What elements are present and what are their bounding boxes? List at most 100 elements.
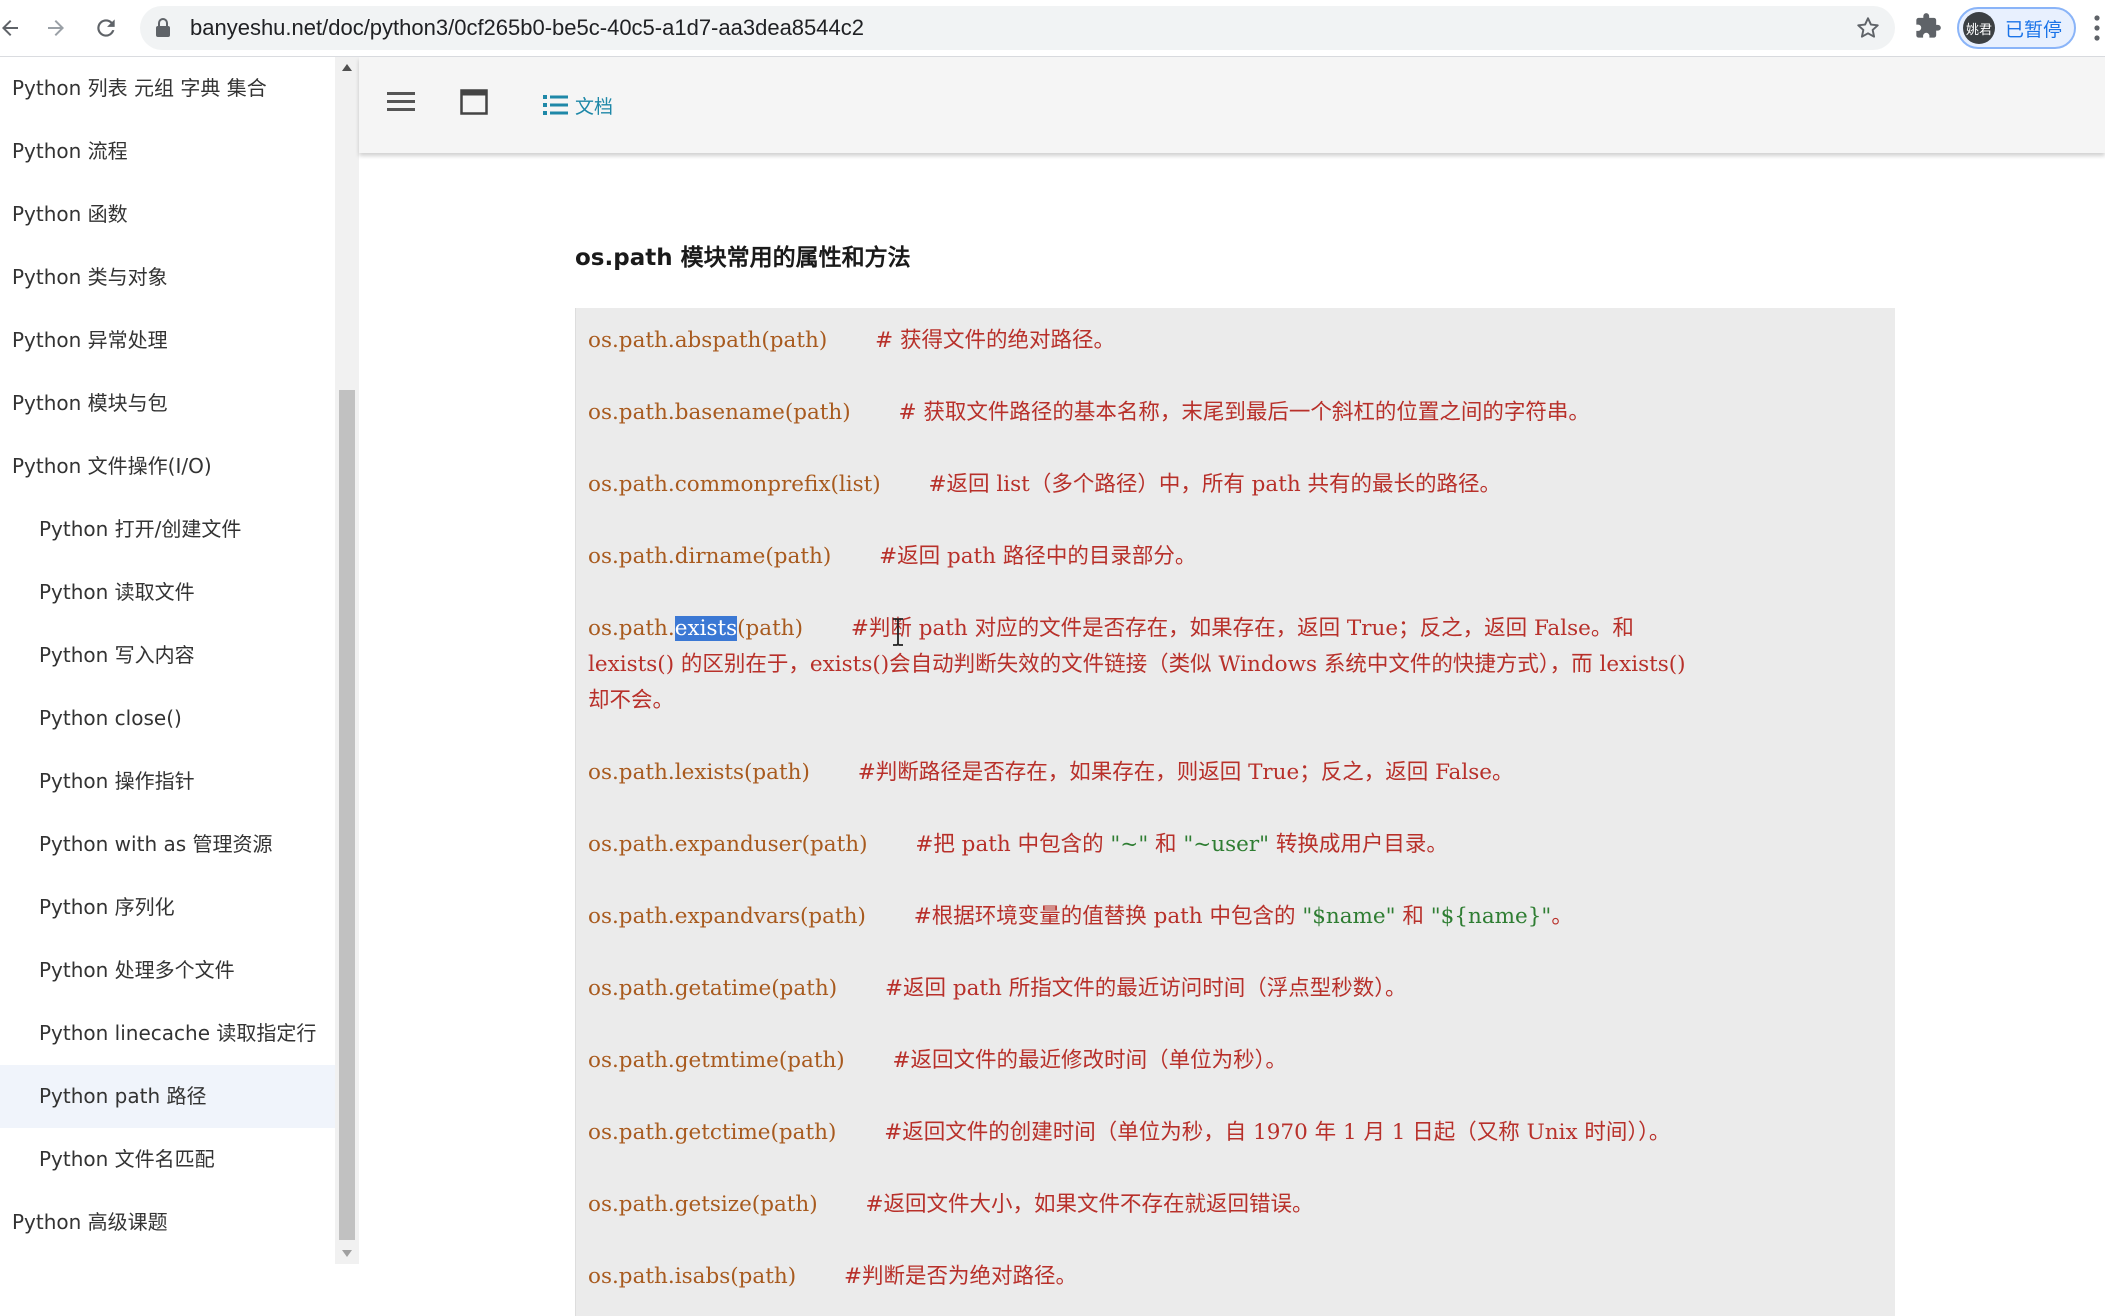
forward-arrow-icon [48,20,64,36]
doc-toolbar: 文档 [359,57,2105,153]
string-literal: "~user" [1183,832,1270,857]
code-comment: # 获得文件的绝对路径。 [875,328,1115,353]
extensions-puzzle-icon[interactable] [1914,12,1942,40]
code-comment: #把 path 中包含的 [915,832,1111,857]
lock-icon[interactable] [154,18,172,38]
string-literal: "${name}" [1430,904,1552,929]
profile-button[interactable]: 姚君 已暂停 [1957,7,2076,49]
forward-button[interactable] [38,10,74,46]
code-line: os.path.commonprefix(list) #返回 list（多个路径… [588,467,1888,503]
reload-icon [97,19,115,37]
scroll-up-arrow-icon[interactable] [341,63,353,73]
code-text: os.path.getsize(path) [588,1192,818,1217]
code-text: os.path.abspath(path) [588,328,828,353]
code-line: os.path.basename(path) # 获取文件路径的基本名称，末尾到… [588,395,1888,431]
text-cursor-icon [893,618,903,646]
code-text-prefix: os.path. [588,616,675,641]
code-block: os.path.abspath(path) # 获得文件的绝对路径。 os.pa… [575,308,1895,1316]
sidebar-item[interactable]: Python 类与对象 [0,246,335,309]
code-text: os.path.getmtime(path) [588,1048,845,1073]
code-line: os.path.isabs(path) #判断是否为绝对路径。 [588,1259,1888,1295]
doc-sidebar: Python 列表 元组 字典 集合 Python 流程 Python 函数 P… [0,57,335,1264]
code-line: os.path.expanduser(path) #把 path 中包含的 "~… [588,827,1888,863]
code-comment-continued: lexists() 的区别在于，exists()会自动判断失效的文件链接（类似 … [588,652,1686,677]
code-comment: #返回 list（多个路径）中，所有 path 共有的最长的路径。 [928,472,1502,497]
address-bar[interactable]: banyeshu.net/doc/python3/0cf265b0-be5c-4… [140,6,1895,50]
code-comment: #返回 path 路径中的目录部分。 [879,544,1197,569]
back-button[interactable] [0,10,28,46]
code-line: os.path.exists(path) #判断 path 对应的文件是否存在，… [588,611,1888,647]
sidebar-subitem[interactable]: Python 文件名匹配 [0,1128,335,1191]
code-line: os.path.getatime(path) #返回 path 所指文件的最近访… [588,971,1888,1007]
doc-label: 文档 [575,95,614,118]
sidebar-item[interactable]: Python 流程 [0,120,335,183]
code-line: os.path.lexists(path) #判断路径是否存在，如果存在，则返回… [588,755,1888,791]
hamburger-menu-icon[interactable] [387,91,415,113]
sidebar-item[interactable]: Python 列表 元组 字典 集合 [0,57,335,120]
code-text-suffix: (path) [737,616,803,641]
scrollbar-thumb[interactable] [339,390,355,1240]
code-line: os.path.getsize(path) #返回文件大小，如果文件不存在就返回… [588,1187,1888,1223]
code-comment: #判断路径是否存在，如果存在，则返回 True；反之，返回 False。 [857,760,1514,785]
bookmark-star-icon[interactable] [1855,15,1881,41]
doc-list-button[interactable]: 文档 [543,89,613,121]
code-comment: #返回文件大小，如果文件不存在就返回错误。 [865,1192,1314,1217]
code-text: os.path.expanduser(path) [588,832,868,857]
code-line: os.path.expandvars(path) #根据环境变量的值替换 pat… [588,899,1888,935]
code-comment: #返回文件的创建时间（单位为秒，自 1970 年 1 月 1 日起（又称 Uni… [884,1120,1671,1145]
sidebar-subitem[interactable]: Python close() [0,687,335,750]
code-comment: #根据环境变量的值替换 path 中包含的 [913,904,1303,929]
code-comment: 和 [1395,904,1431,929]
sidebar-subitem[interactable]: Python 打开/创建文件 [0,498,335,561]
code-comment: # 获取文件路径的基本名称，末尾到最后一个斜杠的位置之间的字符串。 [898,400,1590,425]
section-title: os.path 模块常用的属性和方法 [575,245,911,271]
sidebar-item[interactable]: Python 高级课题 [0,1191,335,1254]
window-toggle-icon[interactable] [460,89,488,115]
code-text: os.path.getctime(path) [588,1120,837,1145]
sidebar-item[interactable]: Python 函数 [0,183,335,246]
code-text: os.path.isabs(path) [588,1264,797,1289]
code-text: os.path.dirname(path) [588,544,832,569]
code-line: os.path.getmtime(path) #返回文件的最近修改时间（单位为秒… [588,1043,1888,1079]
code-line: os.path.abspath(path) # 获得文件的绝对路径。 [588,323,1888,359]
scroll-down-arrow-icon[interactable] [341,1248,353,1258]
code-comment: 。 [1551,904,1573,929]
sidebar-subitem-active[interactable]: Python path 路径 [0,1065,335,1128]
string-literal: "$name" [1302,904,1396,929]
code-comment: 转换成用户目录。 [1269,832,1448,857]
sidebar-subitem[interactable]: Python with as 管理资源 [0,813,335,876]
sidebar-subitem[interactable]: Python 写入内容 [0,624,335,687]
sidebar-scrollbar[interactable] [335,57,359,1264]
string-literal: "~" [1110,832,1149,857]
sidebar-subitem[interactable]: Python linecache 读取指定行 [0,1002,335,1065]
back-arrow-icon [2,20,18,36]
sidebar-item[interactable]: Python 模块与包 [0,372,335,435]
code-comment: #判断 path 对应的文件是否存在，如果存在，返回 True；反之，返回 Fa… [850,616,1634,641]
sidebar-subitem[interactable]: Python 处理多个文件 [0,939,335,1002]
code-line: os.path.dirname(path) #返回 path 路径中的目录部分。 [588,539,1888,575]
code-text: os.path.expandvars(path) [588,904,866,929]
reload-button[interactable] [88,10,124,46]
sidebar-subitem[interactable]: Python 操作指针 [0,750,335,813]
code-text: os.path.basename(path) [588,400,851,425]
sidebar-subitem[interactable]: Python 序列化 [0,876,335,939]
code-comment: #返回文件的最近修改时间（单位为秒）。 [892,1048,1287,1073]
url-text[interactable]: banyeshu.net/doc/python3/0cf265b0-be5c-4… [190,15,864,41]
code-line: os.path.getctime(path) #返回文件的创建时间（单位为秒，自… [588,1115,1888,1151]
code-comment: 和 [1148,832,1184,857]
avatar: 姚君 [1963,12,1995,44]
code-text: os.path.lexists(path) [588,760,810,785]
code-text: os.path.getatime(path) [588,976,838,1001]
code-comment: #返回 path 所指文件的最近访问时间（浮点型秒数）。 [884,976,1407,1001]
sidebar-item[interactable]: Python 异常处理 [0,309,335,372]
code-comment-continued: 却不会。 [588,688,675,713]
sidebar-subitem[interactable]: Python 读取文件 [0,561,335,624]
selected-text[interactable]: exists [674,616,738,641]
code-comment: #判断是否为绝对路径。 [843,1264,1077,1289]
profile-status: 已暂停 [2005,18,2063,41]
sidebar-item[interactable]: Python 文件操作(I/O) [0,435,335,498]
list-icon [543,95,568,115]
browser-toolbar: banyeshu.net/doc/python3/0cf265b0-be5c-4… [0,0,2105,57]
code-text: os.path.commonprefix(list) [588,472,881,497]
more-menu-icon[interactable] [2092,14,2102,42]
